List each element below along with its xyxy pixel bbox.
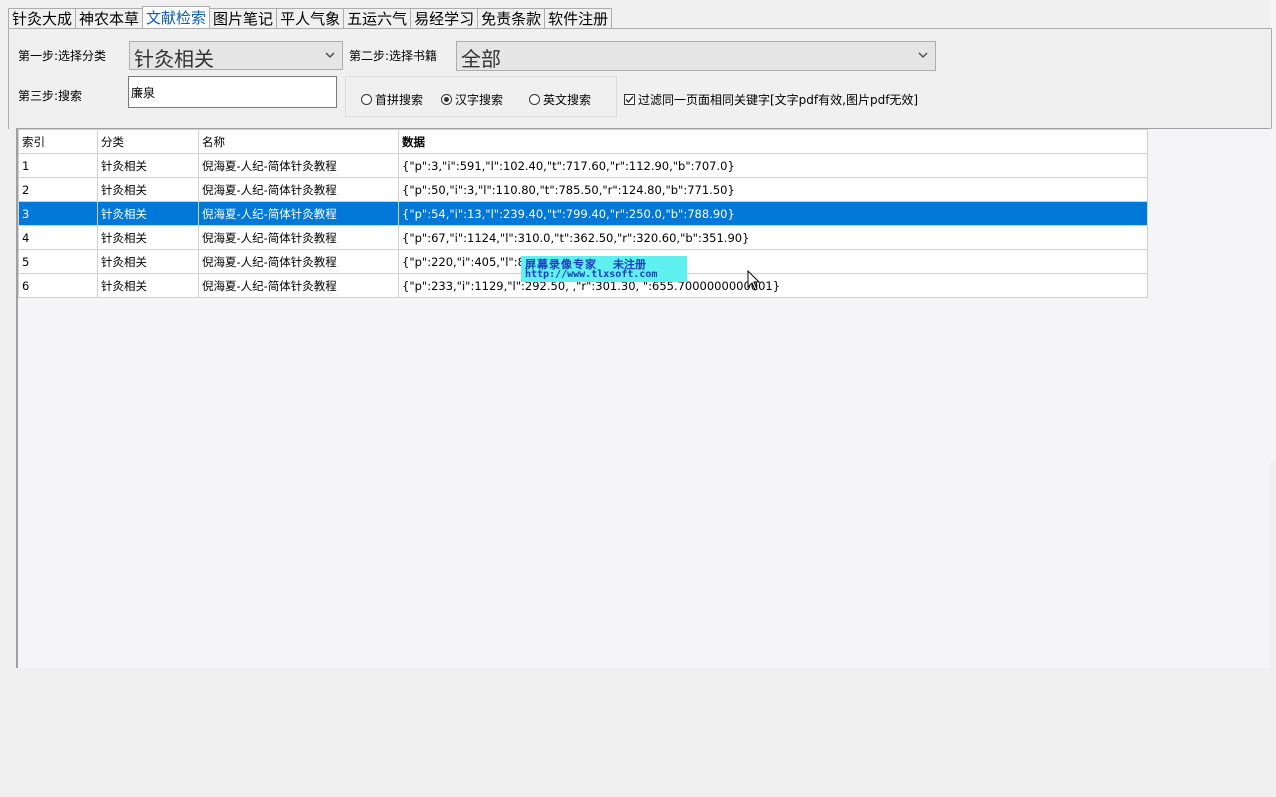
radio-hanzi[interactable]: 汉字搜索 xyxy=(441,91,503,108)
cell-index: 3 xyxy=(18,201,98,226)
cell-name: 倪海夏-人纪-简体针灸教程 xyxy=(198,249,399,274)
cell-data: {"p":220,"i":405,"l":81. 69.50} xyxy=(398,249,1148,274)
cell-category: 针灸相关 xyxy=(97,225,199,250)
cell-data: {"p":3,"i":591,"l":102.40,"t":717.60,"r"… xyxy=(398,153,1148,178)
cell-index: 1 xyxy=(18,153,98,178)
radio-circle-icon xyxy=(529,94,540,105)
search-panel: 第一步:选择分类 针灸相关 第二步:选择书籍 全部 第三步:搜索 廉泉 首拼搜索… xyxy=(8,28,1272,129)
cell-index: 4 xyxy=(18,225,98,250)
cell-category: 针灸相关 xyxy=(97,177,199,202)
chevron-down-icon xyxy=(324,48,336,62)
table-row[interactable]: 2 针灸相关 倪海夏-人纪-简体针灸教程 {"p":50,"i":3,"l":110.… xyxy=(18,177,1148,202)
tab-acupuncture[interactable]: 针灸大成 xyxy=(8,8,77,29)
tab-iching[interactable]: 易经学习 xyxy=(410,8,479,29)
table-row[interactable]: 1 针灸相关 倪海夏-人纪-简体针灸教程 {"p":3,"i":591,"l":102… xyxy=(18,153,1148,178)
cell-name: 倪海夏-人纪-简体针灸教程 xyxy=(198,273,399,298)
step2-label: 第二步:选择书籍 xyxy=(349,49,438,63)
column-header-name[interactable]: 名称 xyxy=(198,129,399,154)
category-value: 针灸相关 xyxy=(134,47,214,71)
mouse-cursor-icon xyxy=(747,270,761,291)
table-row[interactable]: 3 针灸相关 倪海夏-人纪-简体针灸教程 {"p":54,"i":13,"l":239… xyxy=(18,201,1148,226)
cell-category: 针灸相关 xyxy=(97,153,199,178)
recorder-watermark: 屏幕录像专家 未注册 http://www.tlxsoft.com xyxy=(521,256,687,282)
search-input[interactable]: 廉泉 xyxy=(128,76,337,108)
radio-pinyin-label: 首拼搜索 xyxy=(375,93,424,107)
table-header-row: 索引 分类 名称 数据 xyxy=(18,129,1148,154)
category-select[interactable]: 针灸相关 xyxy=(129,41,343,71)
cell-data: {"p":233,"i":1129,"l":292.50, ,"r":301.3… xyxy=(398,273,1148,298)
tab-disclaimer[interactable]: 免责条款 xyxy=(477,8,546,29)
chevron-down-icon xyxy=(917,48,929,62)
column-header-data[interactable]: 数据 xyxy=(398,129,1148,154)
book-select[interactable]: 全部 xyxy=(456,41,936,71)
cell-index: 2 xyxy=(18,177,98,202)
cell-name: 倪海夏-人纪-简体针灸教程 xyxy=(198,153,399,178)
cell-category: 针灸相关 xyxy=(97,249,199,274)
column-header-index[interactable]: 索引 xyxy=(18,129,98,154)
cell-data: {"p":50,"i":3,"l":110.80,"t":785.50,"r":… xyxy=(398,177,1148,202)
radio-pinyin[interactable]: 首拼搜索 xyxy=(361,91,423,108)
radio-english[interactable]: 英文搜索 xyxy=(529,91,591,108)
tab-five-phases[interactable]: 五运六气 xyxy=(343,8,412,29)
tab-image-notes[interactable]: 图片笔记 xyxy=(209,8,278,29)
cell-name: 倪海夏-人纪-简体针灸教程 xyxy=(198,201,399,226)
tab-herbal[interactable]: 神农本草 xyxy=(75,8,144,29)
bottom-area xyxy=(8,668,1270,797)
cell-category: 针灸相关 xyxy=(97,273,199,298)
cell-data: {"p":67,"i":1124,"l":310.0,"t":362.50,"r… xyxy=(398,225,1148,250)
results-grid[interactable]: 索引 分类 名称 数据 1 针灸相关 倪海夏-人纪-简体针灸教程 {"p":3,"i"… xyxy=(16,128,1270,668)
watermark-url: http://www.tlxsoft.com xyxy=(525,269,658,280)
step3-label: 第三步:搜索 xyxy=(18,89,83,103)
search-mode-group: 首拼搜索 汉字搜索 英文搜索 xyxy=(345,76,617,117)
tab-literature-search[interactable]: 文献检索 xyxy=(142,6,211,29)
radio-hanzi-label: 汉字搜索 xyxy=(455,93,504,107)
cell-index: 6 xyxy=(18,273,98,298)
filter-checkbox[interactable]: 过滤同一页面相同关键字[文字pdf有效,图片pdf无效] xyxy=(624,91,918,108)
cell-category: 针灸相关 xyxy=(97,201,199,226)
desktop-background xyxy=(0,462,8,797)
checkmark-icon xyxy=(624,94,635,105)
step1-label: 第一步:选择分类 xyxy=(18,49,107,63)
column-header-category[interactable]: 分类 xyxy=(97,129,199,154)
table-row[interactable]: 4 针灸相关 倪海夏-人纪-简体针灸教程 {"p":67,"i":1124,"l":3… xyxy=(18,225,1148,250)
radio-circle-icon xyxy=(361,94,372,105)
radio-selected-icon xyxy=(441,94,452,105)
filter-label: 过滤同一页面相同关键字[文字pdf有效,图片pdf无效] xyxy=(638,93,919,107)
cell-index: 5 xyxy=(18,249,98,274)
tab-pulse[interactable]: 平人气象 xyxy=(276,8,345,29)
book-value: 全部 xyxy=(461,47,501,71)
cell-name: 倪海夏-人纪-简体针灸教程 xyxy=(198,225,399,250)
radio-english-label: 英文搜索 xyxy=(543,93,592,107)
cell-data: {"p":54,"i":13,"l":239.40,"t":799.40,"r"… xyxy=(398,201,1148,226)
cell-name: 倪海夏-人纪-简体针灸教程 xyxy=(198,177,399,202)
tab-register[interactable]: 软件注册 xyxy=(544,8,613,29)
tab-bar: 针灸大成 神农本草 文献检索 图片笔记 平人气象 五运六气 易经学习 免责条款 … xyxy=(8,6,613,29)
